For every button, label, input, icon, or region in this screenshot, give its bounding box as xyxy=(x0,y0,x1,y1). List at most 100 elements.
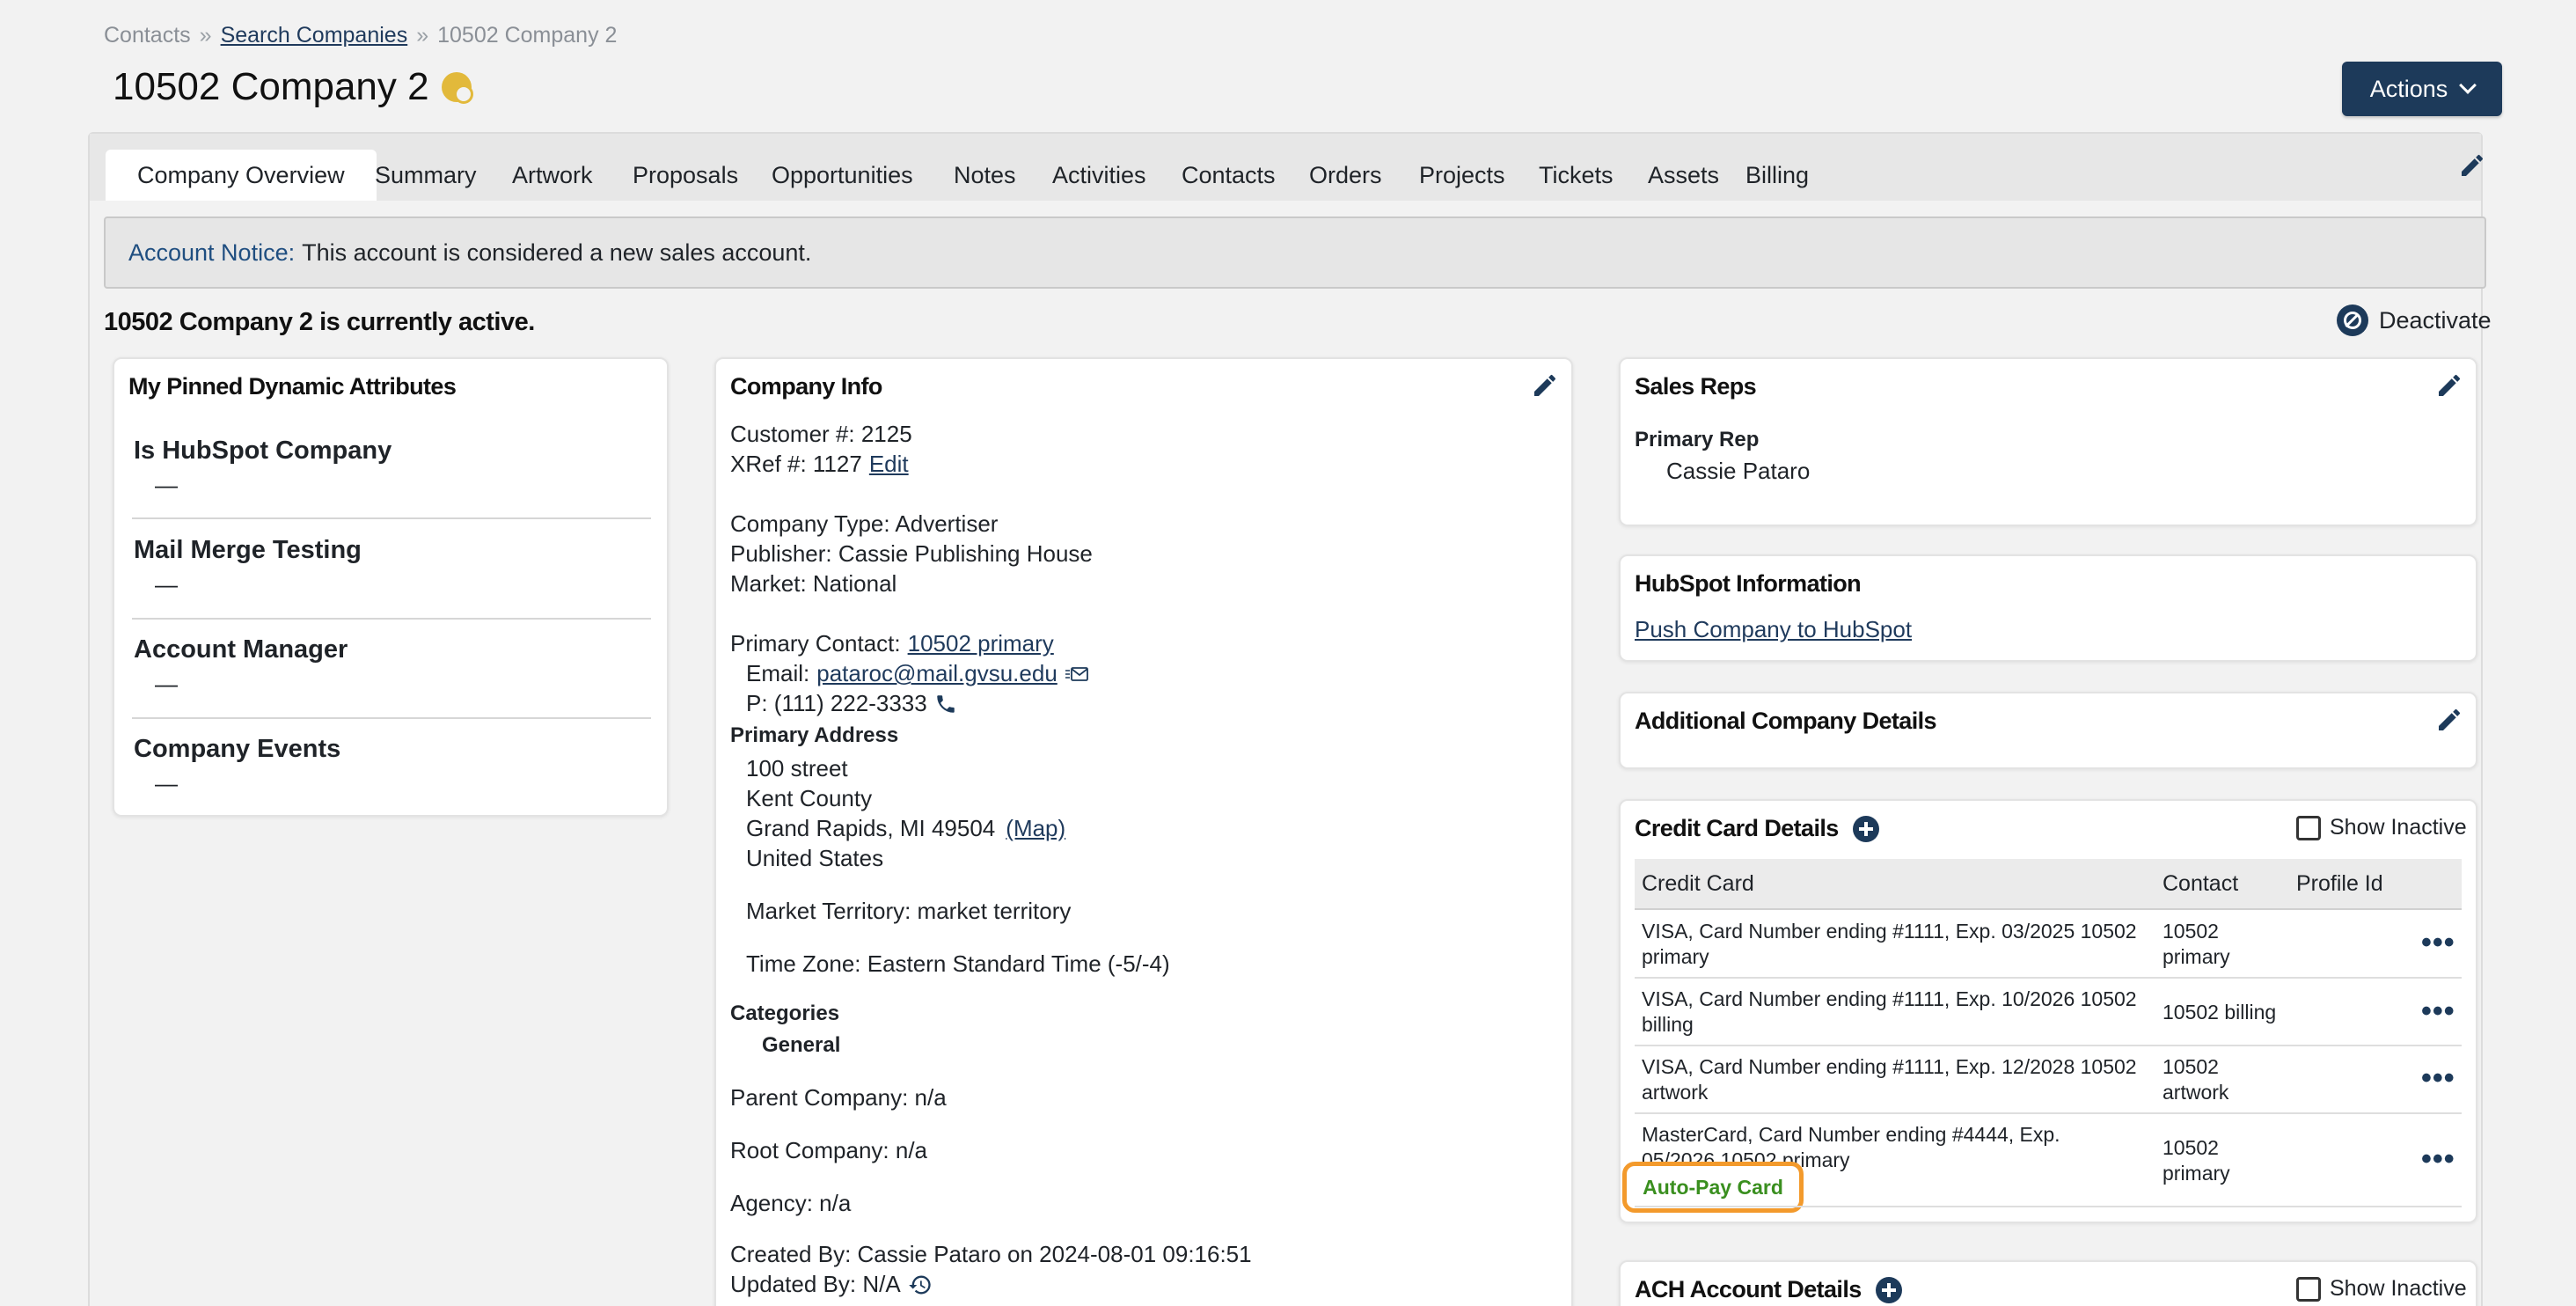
row-divider xyxy=(1635,1112,2462,1114)
deactivate-label: Deactivate xyxy=(2379,306,2492,334)
attr-value: — xyxy=(155,671,178,697)
breadcrumb-contacts[interactable]: Contacts xyxy=(104,23,191,48)
edit-tabs-pencil-icon[interactable] xyxy=(2458,151,2486,180)
show-inactive-checkbox[interactable] xyxy=(2296,815,2321,840)
publisher-text: Publisher: Cassie Publishing House xyxy=(730,540,1093,567)
primary-contact-label: Primary Contact: xyxy=(730,630,901,657)
agency: Agency: n/a xyxy=(730,1190,851,1217)
tab-billing[interactable]: Billing xyxy=(1745,150,1809,201)
card-contact: 10502 primary xyxy=(2163,919,2230,970)
show-inactive-checkbox[interactable] xyxy=(2296,1276,2321,1302)
map-link[interactable]: (Map) xyxy=(1006,815,1065,842)
address-line: Grand Rapids, MI 49504 (Map) xyxy=(746,815,1065,842)
edit-company-info-pencil-icon[interactable] xyxy=(1531,371,1559,400)
tab-activities[interactable]: Activities xyxy=(1052,150,1146,201)
tab-orders[interactable]: Orders xyxy=(1309,150,1382,201)
market: Market: National xyxy=(730,570,896,598)
tab-assets[interactable]: Assets xyxy=(1648,150,1719,201)
attr-divider xyxy=(132,717,651,719)
root-company-text: Root Company: n/a xyxy=(730,1137,928,1163)
row-divider xyxy=(1635,1045,2462,1046)
tab-tickets[interactable]: Tickets xyxy=(1539,150,1614,201)
table-row: VISA, Card Number ending #1111, Exp. 03/… xyxy=(1642,919,2137,970)
column-header-credit-card[interactable]: Credit Card xyxy=(1642,871,1754,897)
page-title-text: 10502 Company 2 xyxy=(113,65,429,108)
tab-proposals[interactable]: Proposals xyxy=(633,150,738,201)
card-contact: 10502 artwork xyxy=(2163,1054,2228,1105)
tab-notes[interactable]: Notes xyxy=(954,150,1016,201)
attr-value: — xyxy=(155,472,178,498)
tab-projects[interactable]: Projects xyxy=(1419,150,1505,201)
add-ach-account-plus-icon[interactable] xyxy=(1875,1276,1902,1303)
category-item: General xyxy=(762,1033,840,1058)
parent-company: Parent Company: n/a xyxy=(730,1084,947,1112)
address-line-text: Kent County xyxy=(746,785,873,811)
chevron-down-icon xyxy=(2459,77,2477,94)
card-description: VISA, Card Number ending #1111, Exp. 12/… xyxy=(1642,1055,2137,1078)
show-inactive-cards-toggle[interactable]: Show Inactive xyxy=(2296,815,2467,840)
time-zone-text: Time Zone: Eastern Standard Time (-5/-4) xyxy=(746,950,1170,977)
row-more-options-icon[interactable]: ••• xyxy=(2421,994,2455,1029)
tab-summary[interactable]: Summary xyxy=(375,150,477,201)
show-inactive-label: Show Inactive xyxy=(2330,815,2467,840)
tab-artwork[interactable]: Artwork xyxy=(512,150,593,201)
sales-reps-title: Sales Reps xyxy=(1635,373,1757,400)
xref-edit-link[interactable]: Edit xyxy=(869,451,909,478)
updated-by: Updated By: N/A xyxy=(730,1271,933,1298)
column-header-profile-id[interactable]: Profile Id xyxy=(2296,871,2383,897)
phone-icon[interactable] xyxy=(934,693,957,715)
card-contact-text: primary xyxy=(2163,945,2230,968)
xref-number: XRef #: 1127 Edit xyxy=(730,451,909,478)
primary-contact-link[interactable]: 10502 primary xyxy=(908,630,1054,657)
card-contact: 10502 primary xyxy=(2163,1135,2230,1186)
created-by: Created By: Cassie Pataro on 2024-08-01 … xyxy=(730,1241,1252,1268)
send-email-icon[interactable] xyxy=(1065,665,1089,683)
row-more-options-icon[interactable]: ••• xyxy=(2421,926,2455,960)
deactivate-button[interactable]: Deactivate xyxy=(2337,304,2492,336)
active-status-text: 10502 Company 2 is currently active. xyxy=(104,308,535,336)
categories-heading-text: Categories xyxy=(730,1002,840,1025)
card-description: billing xyxy=(1642,1013,1694,1036)
account-notice: Account Notice: This account is consider… xyxy=(104,216,2486,289)
hubspot-title: HubSpot Information xyxy=(1635,570,1862,597)
primary-rep-name: Cassie Pataro xyxy=(1666,458,1811,484)
email-row: Email: pataroc@mail.gvsu.edu xyxy=(746,660,1089,687)
tab-opportunities[interactable]: Opportunities xyxy=(772,150,913,201)
created-by-text: Created By: Cassie Pataro on 2024-08-01 … xyxy=(730,1241,1252,1267)
breadcrumb-search-companies[interactable]: Search Companies xyxy=(221,23,408,48)
attr-label: Company Events xyxy=(134,735,341,763)
push-to-hubspot-link[interactable]: Push Company to HubSpot xyxy=(1635,616,1912,643)
address-line-text: 100 street xyxy=(746,755,848,781)
row-more-options-icon[interactable]: ••• xyxy=(2421,1142,2455,1177)
attr-divider xyxy=(132,517,651,519)
tab-contacts[interactable]: Contacts xyxy=(1182,150,1276,201)
row-divider xyxy=(1635,977,2462,979)
credit-card-details-title: Credit Card Details xyxy=(1635,815,1839,841)
address-line: 100 street xyxy=(746,755,848,782)
categories-heading: Categories xyxy=(730,1002,839,1026)
attr-divider xyxy=(132,618,651,620)
address-line-text: Grand Rapids, MI 49504 xyxy=(746,815,996,841)
new-account-badge-icon xyxy=(441,72,473,104)
breadcrumb-separator: » xyxy=(416,23,429,48)
table-row: VISA, Card Number ending #1111, Exp. 10/… xyxy=(1642,987,2137,1038)
address-line: United States xyxy=(746,845,883,872)
email-link[interactable]: pataroc@mail.gvsu.edu xyxy=(816,660,1057,687)
add-credit-card-plus-icon[interactable] xyxy=(1852,815,1879,842)
actions-button[interactable]: Actions xyxy=(2342,62,2502,116)
tab-company-overview[interactable]: Company Overview xyxy=(106,150,377,201)
email-label: Email: xyxy=(746,660,810,686)
card-contact-text: 10502 billing xyxy=(2163,1001,2277,1024)
market-territory: Market Territory: market territory xyxy=(746,898,1071,925)
row-more-options-icon[interactable]: ••• xyxy=(2421,1061,2455,1096)
time-zone: Time Zone: Eastern Standard Time (-5/-4) xyxy=(746,950,1170,978)
customer-number: Customer #: 2125 xyxy=(730,421,912,448)
edit-additional-details-pencil-icon[interactable] xyxy=(2435,706,2463,734)
card-description: VISA, Card Number ending #1111, Exp. 10/… xyxy=(1642,987,2137,1010)
history-icon[interactable] xyxy=(908,1273,933,1297)
show-inactive-ach-toggle[interactable]: Show Inactive xyxy=(2296,1276,2467,1302)
row-divider xyxy=(1635,1206,2462,1207)
edit-sales-reps-pencil-icon[interactable] xyxy=(2435,371,2463,400)
attr-value: — xyxy=(155,770,178,796)
column-header-contact[interactable]: Contact xyxy=(2163,871,2238,897)
